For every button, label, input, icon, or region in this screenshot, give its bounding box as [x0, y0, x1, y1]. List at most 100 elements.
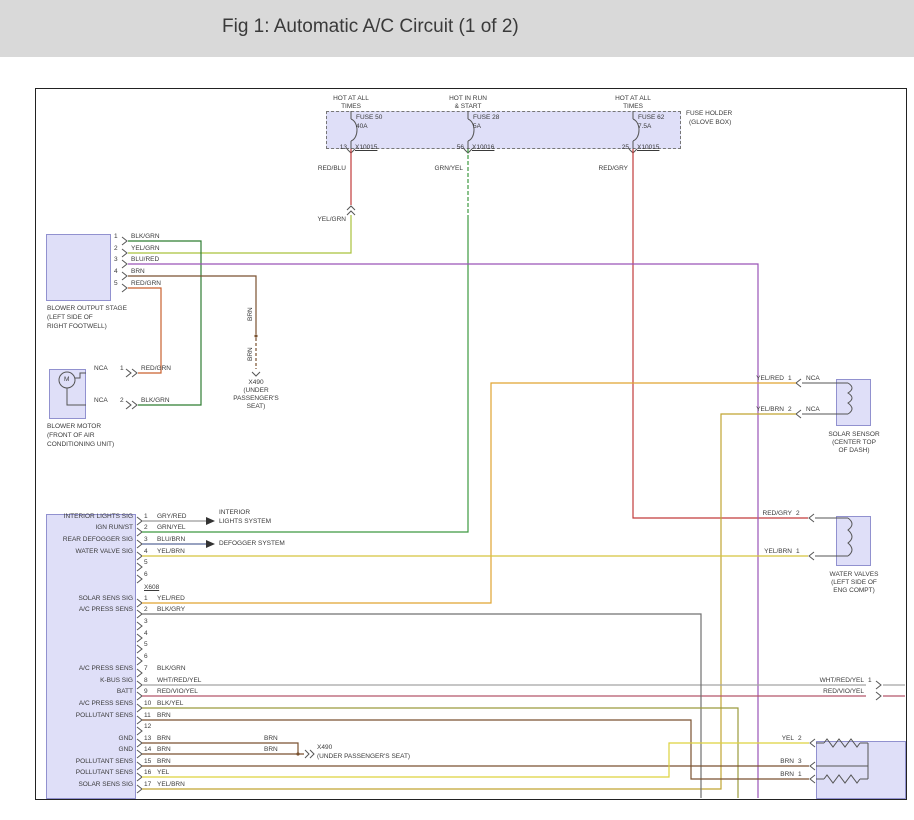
wire-blu-red: [128, 264, 758, 798]
component-label: (LEFT SIDE OF: [816, 579, 892, 587]
wire-label: RED/GRY: [763, 510, 793, 518]
wire-yel-brn-solar: [142, 414, 796, 789]
wire-label: WHT/RED/YEL: [820, 677, 864, 685]
figure-title: Fig 1: Automatic A/C Circuit (1 of 2): [222, 16, 519, 38]
component-label: SOLAR SENSOR: [819, 431, 889, 439]
connector-label: SEAT): [221, 403, 291, 411]
motor-pin-symbols: [126, 369, 137, 409]
pin-number: 3: [144, 536, 148, 544]
pin-number: 2: [788, 406, 792, 414]
hot-label: HOT AT ALL: [603, 95, 663, 103]
wire-label: BLK/GRY: [157, 606, 185, 614]
pin-number: 8: [144, 677, 148, 685]
wire-label: BLK/GRN: [141, 397, 170, 405]
pin-number: 14: [144, 746, 151, 754]
wire-label: BRN: [157, 735, 171, 743]
hot-label: TIMES: [603, 103, 663, 111]
hot-label: HOT IN RUN: [438, 95, 498, 103]
pin-signal: SOLAR SENS SIG: [78, 781, 133, 789]
nca-label: NCA: [94, 365, 108, 373]
wire-label: BRN: [264, 746, 278, 754]
resistor-symbols: [816, 739, 868, 783]
system-destination: INTERIOR: [219, 509, 250, 517]
solar-coil: [848, 383, 852, 414]
component-label: (LEFT SIDE OF: [47, 314, 93, 322]
pin-signal: A/C PRESS SENS: [79, 606, 133, 614]
wire-label: BLK/GRN: [131, 233, 160, 241]
pin-signal: IGN RUN/ST: [95, 524, 133, 532]
fuse-holder-title: (GLOVE BOX): [689, 119, 731, 127]
hot-label: & START: [438, 103, 498, 111]
pin-number: 9: [144, 688, 148, 696]
pin-signal: INTERIOR LIGHTS SIG: [64, 513, 133, 521]
pin-number: 1: [868, 677, 872, 685]
wire-blk-yel: [142, 708, 738, 798]
water-pin-symbols: [809, 514, 848, 560]
right-edge-pin-symbols: [876, 681, 881, 700]
wire-brn-group: [142, 720, 809, 779]
wire-label: YEL/BRN: [157, 548, 185, 556]
pin-number: 17: [144, 781, 151, 789]
pin-number: 12: [144, 723, 151, 731]
fuse-rating: 7.5A: [638, 123, 651, 131]
wire-label: YEL/GRN: [317, 216, 346, 224]
component-label: BLOWER MOTOR: [47, 423, 101, 431]
wire-label: YEL: [782, 735, 794, 743]
nca-label: NCA: [806, 406, 820, 414]
connector-id: X608: [144, 584, 159, 592]
fuse-rating: 5A: [473, 123, 481, 131]
connector-label: (UNDER: [221, 387, 291, 395]
wire-label: YEL/BRN: [764, 548, 792, 556]
pin-number: 3: [114, 256, 118, 264]
pin-number: 5: [144, 641, 148, 649]
wire-label: GRN/YEL: [434, 165, 463, 173]
pin-number: 13: [340, 144, 347, 152]
fuse-name: FUSE 50: [356, 114, 382, 122]
system-destination: DEFOGGER SYSTEM: [219, 540, 285, 548]
pin-number: 6: [144, 653, 148, 661]
pin-signal: WATER VALVE SIG: [75, 548, 133, 556]
wire-label: BLK/YEL: [157, 700, 183, 708]
pin-signal: A/C PRESS SENS: [79, 700, 133, 708]
wire-label: GRY/RED: [157, 513, 187, 521]
pin-number: 2: [114, 245, 118, 253]
wire-label: RED/VIO/YEL: [823, 688, 864, 696]
motor-symbol-letter: M: [64, 376, 69, 384]
pin-number: 6: [144, 571, 148, 579]
pin-number: 3: [798, 758, 802, 766]
fuse-holder-title: FUSE HOLDER: [686, 110, 732, 118]
hot-label: HOT AT ALL: [321, 95, 381, 103]
figure-header: Fig 1: Automatic A/C Circuit (1 of 2): [0, 0, 914, 57]
pin-number: 1: [788, 375, 792, 383]
solar-pin-symbols: [796, 379, 848, 418]
pin-signal: BATT: [117, 688, 133, 696]
pin-number: 13: [144, 735, 151, 743]
component-label: (CENTER TOP: [819, 439, 889, 447]
wire-label: BRN: [131, 268, 145, 276]
pin-number: 2: [796, 510, 800, 518]
wire-label: BRN: [157, 746, 171, 754]
pin-number: 4: [144, 630, 148, 638]
wire-label: RED/GRN: [131, 280, 161, 288]
wire-label: YEL/RED: [157, 595, 185, 603]
wire-label-vertical: BRN: [247, 307, 255, 321]
wire-yel-red: [142, 383, 796, 603]
pin-number: 1: [144, 513, 148, 521]
wire-label: YEL/RED: [756, 375, 784, 383]
pin-number: 25: [622, 144, 629, 152]
wiring-diagram: HOT AT ALL TIMES HOT IN RUN & START HOT …: [35, 88, 907, 800]
component-label: CONDITIONING UNIT): [47, 441, 114, 449]
wire-label: YEL/BRN: [756, 406, 784, 414]
pin-number: 16: [144, 769, 151, 777]
wire-label: YEL: [157, 769, 169, 777]
connector-id: X10015: [637, 144, 659, 152]
wire-label: BRN: [780, 758, 794, 766]
wire-label: BRN: [157, 758, 171, 766]
pin-signal: POLLUTANT SENS: [76, 712, 133, 720]
pin-signal: SOLAR SENS SIG: [78, 595, 133, 603]
pin-number: 1: [114, 233, 118, 241]
wire-label: WHT/RED/YEL: [157, 677, 201, 685]
hot-label: TIMES: [321, 103, 381, 111]
pin-signal: POLLUTANT SENS: [76, 758, 133, 766]
pin-number: 11: [144, 712, 151, 720]
